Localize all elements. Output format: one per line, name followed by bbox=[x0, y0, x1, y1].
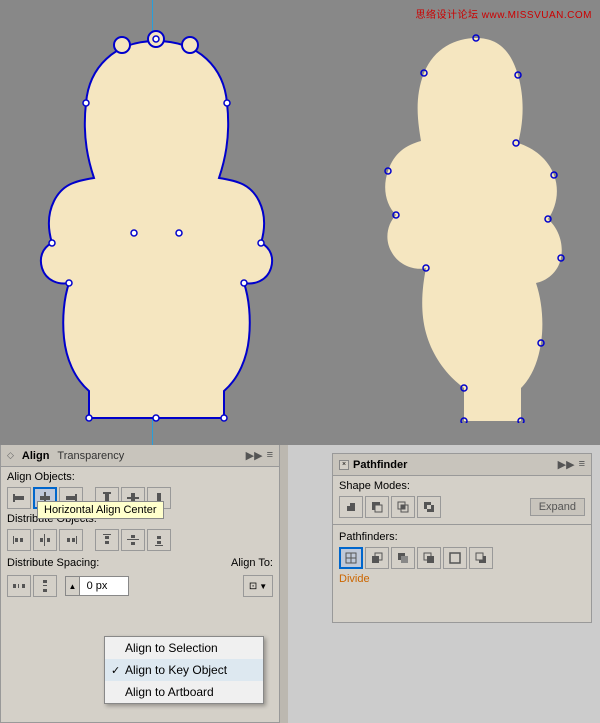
align-objects-row bbox=[1, 485, 279, 511]
panel-controls: ▶▶ ≡ bbox=[246, 449, 273, 462]
align-middle-v-btn[interactable] bbox=[121, 487, 145, 509]
dist-left-btn[interactable] bbox=[7, 529, 31, 551]
shape-modes-row: Expand bbox=[333, 494, 591, 522]
align-to-dropdown-menu: Align to Selection Align to Key Object A… bbox=[104, 636, 264, 704]
pathfinder-title: Pathfinder bbox=[353, 459, 407, 471]
dist-middle-v-btn[interactable] bbox=[121, 529, 145, 551]
panel-separator bbox=[280, 445, 288, 723]
pathfinders-row bbox=[333, 545, 591, 571]
align-to-artboard-item[interactable]: Align to Artboard bbox=[105, 681, 263, 703]
pathfinders-label: Pathfinders: bbox=[333, 527, 591, 545]
pathfinder-header: × Pathfinder ▶▶ ≡ bbox=[333, 454, 591, 476]
expand-btn[interactable]: Expand bbox=[530, 498, 585, 516]
figure-left bbox=[34, 23, 279, 423]
align-objects-label: Align Objects: bbox=[1, 467, 279, 485]
pathfinder-controls: ▶▶ ≡ bbox=[558, 458, 585, 471]
align-to-label: Align To: bbox=[231, 557, 273, 569]
divide-label: Divide bbox=[333, 571, 591, 587]
pathfinder-expand-icon[interactable]: ▶▶ bbox=[558, 458, 575, 471]
watermark: 思络设计论坛 www.MISSVUAN.COM bbox=[415, 6, 592, 21]
merge-btn[interactable] bbox=[391, 547, 415, 569]
bottom-area: ◇ Align Transparency ▶▶ ≡ Align Objects: bbox=[0, 445, 600, 723]
dist-center-h-btn[interactable] bbox=[33, 529, 57, 551]
distribute-spacing-label: Distribute Spacing: bbox=[7, 557, 227, 569]
spacing-input-group: ▲ bbox=[65, 576, 129, 596]
spinner-up-btn[interactable]: ▲ bbox=[66, 577, 80, 595]
exclude-btn[interactable] bbox=[417, 496, 441, 518]
dropdown-arrow: ▼ bbox=[259, 582, 267, 591]
align-to-selection-label: Align to Selection bbox=[125, 641, 218, 655]
spacing-controls-row: ▲ ⊡ ▼ bbox=[1, 573, 279, 599]
outline-btn[interactable] bbox=[443, 547, 467, 569]
pathfinder-close-btn[interactable]: × bbox=[339, 460, 349, 470]
pathfinder-panel: × Pathfinder ▶▶ ≡ Shape Modes: bbox=[332, 453, 592, 623]
space-h-btn[interactable] bbox=[7, 575, 31, 597]
unite-btn[interactable] bbox=[339, 496, 363, 518]
minus-front-btn[interactable] bbox=[365, 496, 389, 518]
intersect-btn[interactable] bbox=[391, 496, 415, 518]
expand-icon[interactable]: ▶▶ bbox=[246, 449, 263, 462]
align-left-btn[interactable] bbox=[7, 487, 31, 509]
dist-bottom-btn[interactable] bbox=[147, 529, 171, 551]
distribute-spacing-row: Distribute Spacing: Align To: bbox=[1, 553, 279, 573]
align-panel-header: ◇ Align Transparency ▶▶ ≡ bbox=[1, 445, 279, 467]
canvas-area: 思络设计论坛 www.MISSVUAN.COM bbox=[0, 0, 600, 445]
divide-btn[interactable] bbox=[339, 547, 363, 569]
align-to-artboard-label: Align to Artboard bbox=[125, 685, 214, 699]
dist-top-btn[interactable] bbox=[95, 529, 119, 551]
align-right-btn[interactable] bbox=[59, 487, 83, 509]
align-top-btn[interactable] bbox=[95, 487, 119, 509]
divider bbox=[333, 524, 591, 525]
align-to-key-object-item[interactable]: Align to Key Object bbox=[105, 659, 263, 681]
figure-right-svg bbox=[346, 23, 566, 423]
transparency-tab[interactable]: Transparency bbox=[57, 450, 124, 462]
align-bottom-btn[interactable] bbox=[147, 487, 171, 509]
figure-left-svg bbox=[34, 23, 279, 423]
pathfinder-menu-icon[interactable]: ≡ bbox=[579, 458, 585, 471]
crop-btn[interactable] bbox=[417, 547, 441, 569]
align-tab[interactable]: Align bbox=[22, 450, 50, 462]
shape-modes-label: Shape Modes: bbox=[333, 476, 591, 494]
dist-right-btn[interactable] bbox=[59, 529, 83, 551]
align-to-key-object-label: Align to Key Object bbox=[125, 663, 227, 677]
align-to-dropdown-btn[interactable]: ⊡ ▼ bbox=[243, 575, 273, 597]
align-center-h-btn[interactable] bbox=[33, 487, 57, 509]
spacing-input[interactable] bbox=[80, 577, 114, 595]
distribute-objects-row bbox=[1, 527, 279, 553]
minus-back-btn[interactable] bbox=[469, 547, 493, 569]
distribute-objects-label: Distribute Objects: bbox=[1, 511, 279, 527]
align-to-icon: ⊡ bbox=[249, 581, 257, 592]
right-panel-area: × Pathfinder ▶▶ ≡ Shape Modes: bbox=[288, 445, 600, 723]
space-v-btn[interactable] bbox=[33, 575, 57, 597]
align-to-selection-item[interactable]: Align to Selection bbox=[105, 637, 263, 659]
trim-btn[interactable] bbox=[365, 547, 389, 569]
figure-right bbox=[346, 23, 566, 423]
menu-icon[interactable]: ≡ bbox=[267, 449, 273, 462]
